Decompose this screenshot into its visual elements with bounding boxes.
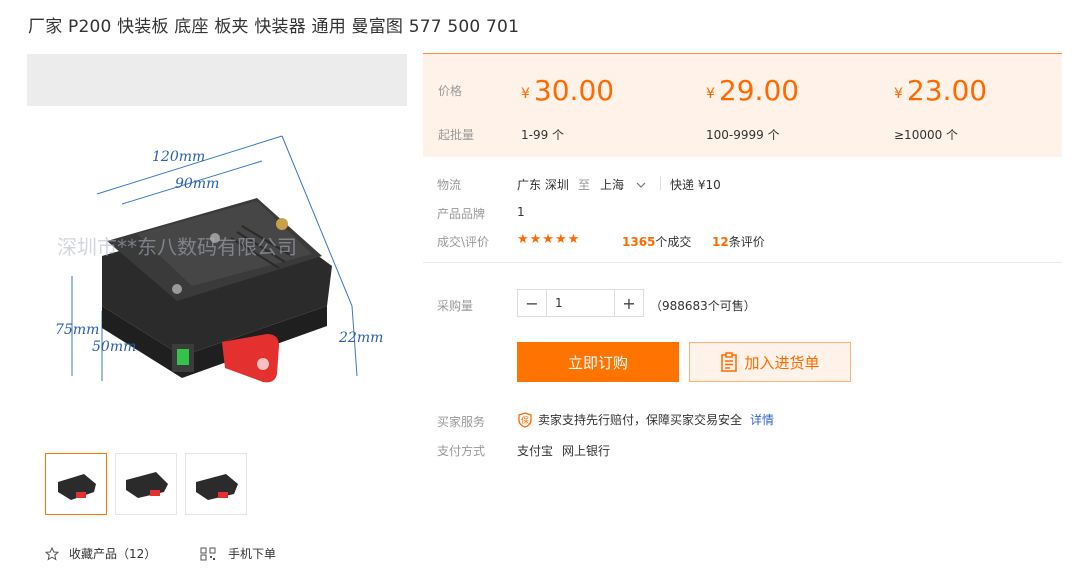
deals-label: 成交\评价: [437, 235, 490, 249]
payment-label: 支付方式: [437, 444, 486, 458]
increase-button[interactable]: +: [615, 290, 643, 316]
star-outline-icon: [45, 546, 59, 561]
service-text: 卖家支持先行赔付，保障买家交易安全: [538, 413, 743, 427]
currency-symbol: ¥: [894, 86, 903, 102]
chevron-down-icon: [636, 182, 646, 188]
ship-to-word: 至: [578, 178, 591, 192]
brand-value: 1: [517, 205, 525, 219]
deal-count: 1365: [622, 235, 656, 249]
dim-50-label: 50mm: [92, 339, 136, 355]
currency-symbol: ¥: [521, 86, 530, 102]
brand-label: 产品品牌: [437, 207, 486, 221]
mobile-order-button[interactable]: 手机下单: [200, 545, 276, 562]
thumbnail-image: [126, 472, 168, 498]
logistics-divider: [660, 176, 661, 190]
clipboard-icon: [721, 352, 738, 372]
quantity-label: 采购量: [437, 299, 474, 313]
price-tier-1: ¥30.00: [521, 74, 614, 107]
dim-90-label: 90mm: [175, 176, 219, 192]
payment-method-alipay: 支付宝: [517, 444, 554, 458]
moq-label: 起批量: [438, 128, 475, 142]
thumbnail-2[interactable]: [115, 453, 177, 515]
service-info: 保 卖家支持先行赔付，保障买家交易安全 详情: [517, 411, 774, 428]
favorite-product-button[interactable]: 收藏产品（12）: [45, 545, 156, 562]
thumbnail-image: [58, 474, 96, 500]
thumbnail-1[interactable]: [45, 453, 107, 515]
product-photo: 深圳市**东八数码有限公司 120mm 90mm 75mm 50mm 22mm: [27, 106, 407, 434]
dim-22-label: 22mm: [338, 330, 383, 346]
tier-3-range: ≥10000 个: [894, 128, 959, 142]
price-tier-2: ¥29.00: [706, 74, 799, 107]
deal-suffix: 个成交: [655, 235, 692, 249]
price-tier-3: ¥23.00: [894, 74, 987, 107]
favorite-label: 收藏产品（12）: [69, 547, 157, 561]
price-panel: 价格 起批量 ¥30.00 ¥29.00 ¥23.00 1-99 个 100-9…: [423, 53, 1062, 157]
price-value: 30.00: [533, 74, 615, 107]
quantity-stepper: − 1 +: [517, 289, 644, 317]
ship-from: 广东 深圳: [517, 178, 569, 192]
add-to-cart-label: 加入进货单: [744, 353, 820, 372]
review-count-link[interactable]: 12条评价: [712, 233, 765, 250]
shipping-fee: 快递 ¥10: [670, 178, 721, 192]
review-suffix: 条评价: [728, 235, 765, 249]
guarantee-shield-icon: 保: [517, 411, 533, 428]
price-value: 23.00: [906, 74, 988, 107]
destination-select[interactable]: 上海: [600, 176, 646, 193]
mobile-order-label: 手机下单: [228, 547, 277, 561]
rating-stars-icon: ★★★★★: [517, 232, 581, 247]
logistics-label: 物流: [437, 178, 462, 192]
price-label: 价格: [438, 84, 463, 98]
image-watermark: 深圳市**东八数码有限公司: [57, 235, 297, 259]
payment-method-bank: 网上银行: [562, 444, 611, 458]
service-label: 买家服务: [437, 415, 486, 429]
dim-120-label: 120mm: [152, 149, 205, 165]
image-top-band: [27, 54, 407, 106]
quick-release-plate-illustration: 深圳市**东八数码有限公司 120mm 90mm 75mm 50mm 22mm: [55, 135, 383, 383]
section-divider: [423, 262, 1062, 263]
decrease-button[interactable]: −: [518, 290, 546, 316]
product-title: 厂家 P200 快装板 底座 板夹 快装器 通用 曼富图 577 500 701: [28, 17, 520, 37]
add-to-cart-button[interactable]: 加入进货单: [689, 342, 851, 382]
tier-2-range: 100-9999 个: [706, 128, 780, 142]
guarantee-icon-char: 保: [521, 415, 529, 425]
dim-75-label: 75mm: [55, 322, 99, 338]
quantity-input[interactable]: 1: [546, 290, 615, 316]
service-details-link[interactable]: 详情: [750, 411, 774, 428]
thumbnail-3[interactable]: [185, 453, 247, 515]
qr-code-icon: [200, 547, 216, 560]
review-count: 12: [712, 235, 729, 249]
thumbnail-image: [196, 474, 238, 500]
currency-symbol: ¥: [706, 86, 715, 102]
price-value: 29.00: [718, 74, 800, 107]
tier-1-range: 1-99 个: [521, 128, 565, 142]
destination-value: 上海: [600, 178, 625, 192]
buy-now-button[interactable]: 立即订购: [517, 342, 679, 382]
stock-available: （988683个可售）: [650, 299, 756, 313]
deal-count-link[interactable]: 1365个成交: [622, 233, 691, 250]
main-product-image[interactable]: 深圳市**东八数码有限公司 120mm 90mm 75mm 50mm 22mm: [27, 54, 407, 434]
